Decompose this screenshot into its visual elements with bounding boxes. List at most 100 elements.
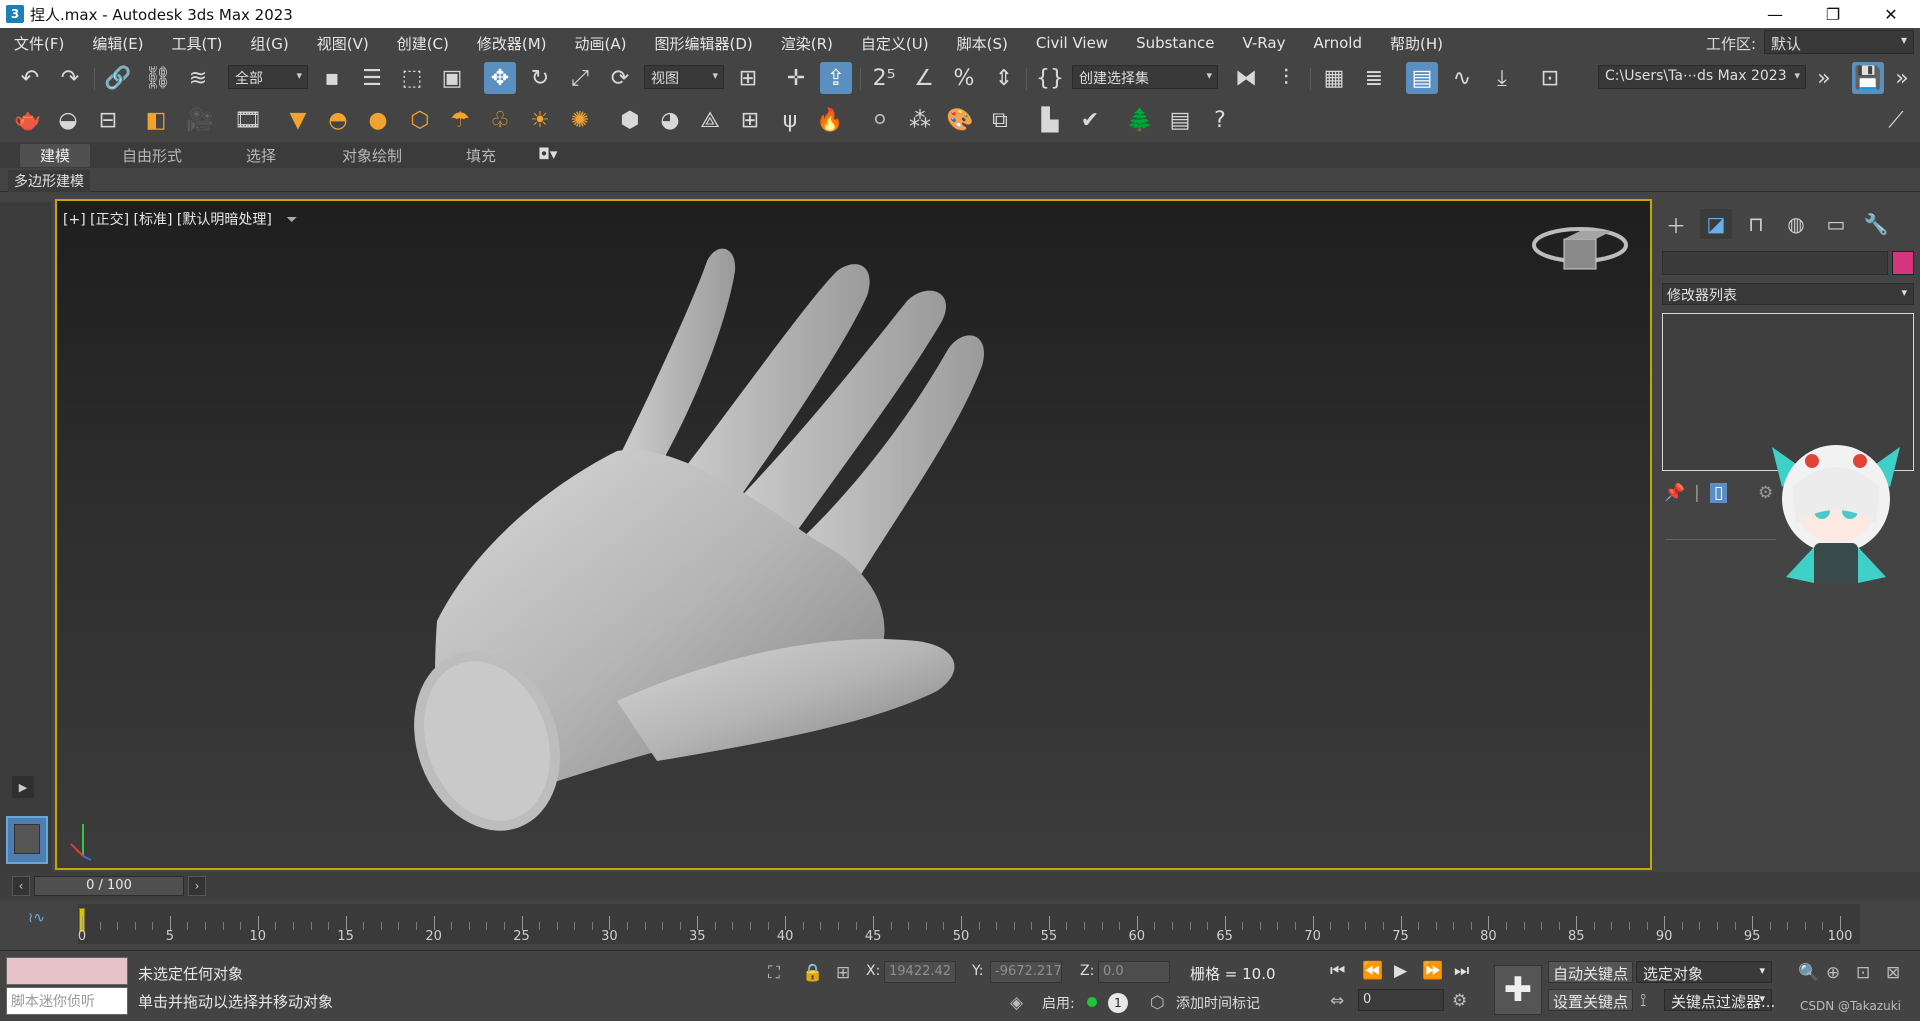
set-key-button[interactable]: 设置关键点 <box>1548 989 1634 1011</box>
rect-selection-icon[interactable]: ⬚ <box>396 62 428 94</box>
scene-explorer-icon[interactable]: ▦ <box>1318 62 1350 94</box>
pin-stack-icon[interactable]: 📌 <box>1664 483 1685 503</box>
menu-modifiers[interactable]: 修改器(M) <box>463 33 561 54</box>
ribbon-tab-object-paint[interactable]: 对象绘制 <box>342 145 402 166</box>
y-coord-input[interactable]: -9672.217 <box>990 961 1062 983</box>
tripod-icon[interactable]: ⟁ <box>694 104 726 136</box>
menu-vray[interactable]: V-Ray <box>1228 34 1299 52</box>
menu-substance[interactable]: Substance <box>1122 34 1228 52</box>
utilities-tab-icon[interactable]: 🔧 <box>1860 209 1892 239</box>
select-rotate-icon[interactable]: ↻ <box>524 62 556 94</box>
add-time-tag[interactable]: 添加时间标记 <box>1176 993 1260 1013</box>
menu-help[interactable]: 帮助(H) <box>1376 33 1457 54</box>
go-to-start-icon[interactable]: ⏮ <box>1330 961 1345 981</box>
maxscript-input[interactable]: 脚本迷你侦听 <box>6 987 128 1015</box>
ribbon-tab-populate[interactable]: 填充 <box>466 145 496 166</box>
create-tab-icon[interactable]: ＋ <box>1660 209 1692 239</box>
key-filter-icon[interactable]: ⟟ <box>1640 991 1646 1011</box>
grass-icon[interactable]: ψ <box>774 104 806 136</box>
ref-coord-select[interactable]: 视图 <box>644 65 724 89</box>
select-by-name-icon[interactable]: ☰ <box>356 62 388 94</box>
ribbon-tab-freeform[interactable]: 自由形式 <box>122 145 182 166</box>
menu-scripting[interactable]: 脚本(S) <box>943 33 1022 54</box>
zoom-extents-icon[interactable]: ⊡ <box>1856 963 1870 983</box>
ribbon-tab-modeling[interactable]: 建模 <box>20 144 91 167</box>
vray-icon[interactable]: ✔ <box>1074 104 1106 136</box>
x-coord-input[interactable]: 19422.42 <box>884 961 956 983</box>
motion-tab-icon[interactable]: ◍ <box>1780 209 1812 239</box>
minimize-button[interactable]: — <box>1746 0 1804 28</box>
material-sphere-icon[interactable]: ⚪ <box>864 104 896 136</box>
select-scale-icon[interactable]: ⤢ <box>564 62 596 94</box>
menu-file[interactable]: 文件(F) <box>0 33 78 54</box>
forest-icon[interactable]: 🌲 <box>1124 104 1156 136</box>
menu-group[interactable]: 组(G) <box>236 33 302 54</box>
menu-animation[interactable]: 动画(A) <box>561 33 641 54</box>
show-end-result-icon[interactable]: ▯ <box>1710 483 1728 503</box>
project-path-select[interactable]: C:\Users\Ta⋯ds Max 2023 <box>1598 65 1806 89</box>
viewport-filter-icon[interactable]: ⏷ <box>286 212 297 228</box>
object-color-swatch[interactable] <box>1892 251 1914 275</box>
snaps-toggle-icon[interactable]: 2⁵ <box>868 62 900 94</box>
help-icon[interactable]: ? <box>1204 104 1236 136</box>
lights-group-icon[interactable]: ♧ <box>484 104 516 136</box>
sky-icon[interactable]: ✺ <box>564 104 596 136</box>
next-frame-arrow-icon[interactable]: › <box>188 876 206 896</box>
save-layout-icon[interactable]: 💾 <box>1852 62 1884 94</box>
ribbon-tab-selection[interactable]: 选择 <box>246 145 276 166</box>
menu-views[interactable]: 视图(V) <box>303 33 383 54</box>
select-manipulate-icon[interactable]: ✛ <box>780 62 812 94</box>
isolate-icon[interactable]: ⛶ <box>768 963 780 983</box>
set-key-large-button[interactable]: ✚ <box>1494 965 1542 1015</box>
fur-ball-icon[interactable]: ◕ <box>654 104 686 136</box>
maxscript-output[interactable] <box>6 957 128 985</box>
torus-icon[interactable]: ◒ <box>52 104 84 136</box>
align-icon[interactable]: ⫶ <box>1270 62 1302 94</box>
absolute-mode-icon[interactable]: ⊞ <box>836 963 850 983</box>
selection-filter-select[interactable]: 全部 <box>228 65 308 89</box>
key-mode-select[interactable]: 选定对象 <box>1636 961 1772 983</box>
menu-rendering[interactable]: 渲染(R) <box>767 33 847 54</box>
enable-indicator-icon[interactable] <box>1087 997 1097 1007</box>
more-right-icon[interactable]: » <box>1886 62 1918 94</box>
timeline-ruler[interactable]: 0 5 10 15 20 25 30 35 40 45 50 55 60 65 70 75 80 85 90 95 10… <box>78 904 1860 944</box>
mini-curve-editor-icon[interactable]: ≀∿ <box>28 910 45 926</box>
bind-space-warp-icon[interactable]: ≋ <box>182 62 214 94</box>
more-icon[interactable]: » <box>1808 62 1840 94</box>
zoom-all-icon[interactable]: ⊕ <box>1826 963 1840 983</box>
menu-civil-view[interactable]: Civil View <box>1022 34 1122 52</box>
select-move-icon[interactable]: ✥ <box>484 62 516 94</box>
mirror-icon[interactable]: ⧓ <box>1230 62 1262 94</box>
time-slider-thumb[interactable]: 0 / 100 <box>34 876 184 896</box>
box-frame-icon[interactable]: ⊟ <box>92 104 124 136</box>
select-object-icon[interactable]: ▪ <box>316 62 348 94</box>
modify-tab-icon[interactable]: ◪ <box>1700 209 1732 239</box>
pivot-center-icon[interactable]: ⊞ <box>732 62 764 94</box>
menu-customize[interactable]: 自定义(U) <box>847 33 943 54</box>
link-icon[interactable]: 🔗 <box>102 62 134 94</box>
perspective-viewport[interactable]: [+] [正交] [标准] [默认明暗处理] ⏷ <box>55 199 1652 870</box>
enable-count[interactable]: 1 <box>1108 993 1128 1013</box>
object-name-input[interactable] <box>1662 251 1888 275</box>
restore-button[interactable]: ❐ <box>1804 0 1862 28</box>
display-tab-icon[interactable]: ▭ <box>1820 209 1852 239</box>
menu-graph-editors[interactable]: 图形编辑器(D) <box>641 33 767 54</box>
list-panel-icon[interactable]: ▤ <box>1164 104 1196 136</box>
prev-frame-arrow-icon[interactable]: ‹ <box>12 876 30 896</box>
play-icon[interactable]: ▶ <box>1394 961 1407 981</box>
zoom-icon[interactable]: 🔍 <box>1798 963 1819 983</box>
go-to-end-icon[interactable]: ⏭ <box>1454 961 1469 981</box>
hierarchy-tab-icon[interactable]: ⊓ <box>1740 209 1772 239</box>
named-selection-select[interactable]: 创建选择集 <box>1072 65 1218 89</box>
window-crossing-icon[interactable]: ▣ <box>436 62 468 94</box>
close-button[interactable]: ✕ <box>1862 0 1920 28</box>
shapes-icon[interactable]: ◧ <box>140 104 172 136</box>
viewport-label[interactable]: [+] [正交] [标准] [默认明暗处理] ⏷ <box>63 209 297 229</box>
key-filters-button[interactable]: 关键点过滤器... <box>1664 989 1775 1011</box>
umbrella-light-icon[interactable]: ☂ <box>444 104 476 136</box>
menu-edit[interactable]: 编辑(E) <box>78 33 157 54</box>
percent-snap-icon[interactable]: % <box>948 62 980 94</box>
place-icon[interactable]: ⟳ <box>604 62 636 94</box>
brush-tool-icon[interactable]: ⟋ <box>1880 104 1912 136</box>
keyboard-shortcut-override-icon[interactable]: ⇪ <box>820 62 852 94</box>
